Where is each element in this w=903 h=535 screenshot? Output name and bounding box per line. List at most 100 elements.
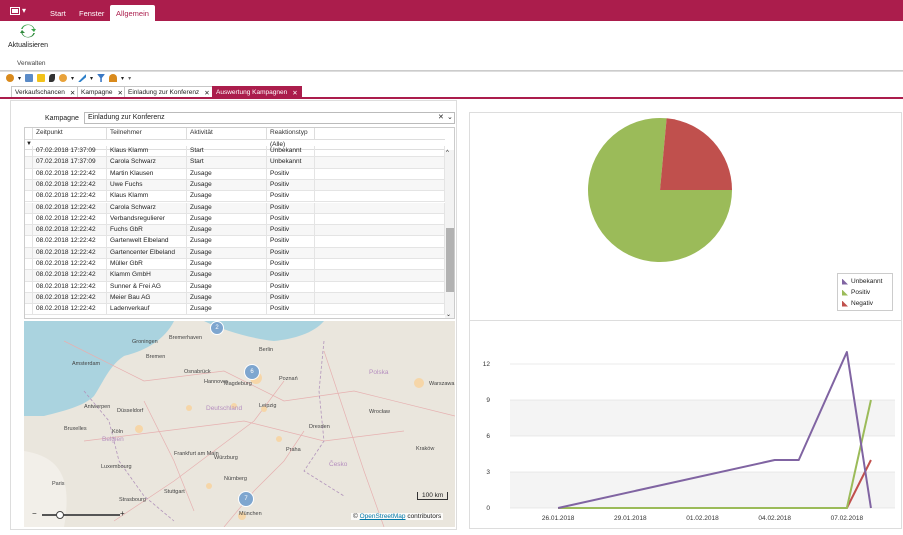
table-cell: Positiv [267,259,315,270]
row-indicator [25,179,33,191]
table-row[interactable]: 08.02.2018 12:22:42 Müller GbR Zusage Posit… [25,259,445,271]
table-cell: Zusage [187,213,267,225]
user-icon[interactable] [109,74,118,82]
app-menu-button[interactable]: ▾ [10,4,34,17]
overflow-icon[interactable]: ▾ [128,75,131,82]
map-attribution: © OpenStreetMap contributors [351,513,444,520]
table-cell: Ladenverkauf [107,304,187,315]
zoom-in-icon[interactable]: + [120,509,125,518]
table-row[interactable]: 08.02.2018 12:22:42 Klaus Klamm Zusage Posi… [25,191,445,203]
col-header-teilnehmer[interactable]: Teilnehmer [107,128,187,139]
chevron-down-icon[interactable]: ⌄ [446,311,451,318]
contact-icon[interactable] [59,74,68,82]
map-city-label: Düsseldorf [117,408,144,414]
col-header-aktivitaet[interactable]: Aktivität [187,128,267,139]
map-scale: 100 km [417,492,449,500]
note-icon[interactable] [37,74,46,82]
chevron-up-icon[interactable]: ^ [446,150,449,156]
phone-icon[interactable] [49,74,56,82]
x-tick-label: 07.02.2018 [831,515,864,522]
clear-icon[interactable]: ✕ [438,113,446,123]
table-row[interactable]: 08.02.2018 12:22:42 Fuchs GbR Zusage Positi… [25,225,445,237]
gear-icon[interactable] [6,74,14,82]
table-row[interactable]: 08.02.2018 12:22:42 Meier Bau AG Zusage Pos… [25,292,445,305]
col-header-reaktionstyp[interactable]: Reaktionstyp [267,128,315,139]
table-cell: Zusage [187,191,267,202]
row-indicator [25,270,33,281]
table-row[interactable]: 08.02.2018 12:22:42 Gartencenter Elbeland… [25,247,445,259]
map-cluster-marker[interactable]: 7 [238,491,254,507]
osm-link[interactable]: OpenStreetMap [360,513,406,520]
table-cell: Gartencenter Elbeland [107,247,187,258]
zoom-out-icon[interactable]: − [32,509,37,518]
row-filler [315,225,445,236]
menu-tab-start[interactable]: Start [44,5,72,21]
tab-strip-line [0,97,903,99]
map-city-label: Strasbourg [119,497,146,503]
table-cell: Unbekannt [267,157,315,168]
table-cell: Unbekannt [267,146,315,157]
y-tick-label: 0 [486,505,490,512]
table-row[interactable]: 08.02.2018 12:22:42 Klamm GmbH Zusage Posit… [25,270,445,282]
table-cell: Zusage [187,259,267,270]
zoom-slider[interactable]: − + [32,509,128,520]
map-cluster-marker[interactable]: 2 [210,321,224,335]
x-tick-label: 26.01.2018 [542,515,575,522]
zoom-handle[interactable] [56,511,64,519]
table-cell: Positiv [267,191,315,202]
chevron-down-icon[interactable]: ▾ [90,75,93,82]
table-cell: Positiv [267,247,315,258]
row-filler [315,236,445,247]
pie-slice-negativ [660,118,732,190]
table-row[interactable]: 08.02.2018 12:22:42 Carola Schwarz Zusage P… [25,202,445,214]
chevron-down-icon[interactable]: ▾ [71,75,74,82]
table-row[interactable]: 07.02.2018 17:37:09 Klaus Klamm Start Unbek… [25,146,445,158]
map-city-label: Deutschland [206,405,243,412]
pen-icon[interactable] [78,74,87,82]
grid-scrollbar[interactable]: ^ ⌄ [445,150,454,318]
legend-marker [842,289,848,296]
table-cell: 08.02.2018 12:22:42 [33,281,107,292]
refresh-button[interactable]: Aktualisieren [7,23,49,55]
table-row[interactable]: 08.02.2018 12:22:42 Gartenwelt Elbeland Zu… [25,236,445,248]
table-cell: Zusage [187,247,267,258]
map-view[interactable]: Groningen Bremerhaven Bremen Berlin Hannover… [24,321,455,527]
scrollbar-thumb[interactable] [446,228,454,292]
table-row[interactable]: 08.02.2018 12:22:42 Sunner & Frei AG Zusag… [25,281,445,293]
map-city-label: Paris [52,481,65,487]
chevron-down-icon[interactable]: ⌄ [447,113,455,123]
quick-toolbar: ▾ ▾ ▾ ▾ ▾ [6,72,131,84]
map-city-label: Wrocław [369,409,390,415]
table-row[interactable]: 08.02.2018 12:22:42 Ladenverkauf Zusage Pos… [25,304,445,316]
cluster-count: 6 [250,369,254,375]
table-cell: Müller GbR [107,259,187,270]
map-city-label: Nürnberg [224,476,247,482]
grid-band [510,400,895,436]
table-row[interactable]: 08.02.2018 12:22:42 Uwe Fuchs Zusage Positi… [25,179,445,192]
map-city-label: Frankfurt am Main [174,451,219,457]
row-filler [315,168,445,179]
table-cell: Positiv [267,281,315,292]
filter-icon[interactable] [97,74,106,82]
table-cell: 07.02.2018 17:37:09 [33,157,107,168]
map-cluster-marker[interactable]: 6 [244,364,260,380]
legend-label: Positiv [851,289,871,296]
kampagne-select[interactable]: Einladung zur Konferenz [84,112,455,124]
menu-tab-fenster[interactable]: Fenster [73,5,110,21]
table-cell: Positiv [267,179,315,191]
chart-divider [470,320,902,321]
table-row[interactable]: 07.02.2018 17:37:09 Carola Schwarz Start Un… [25,157,445,169]
table-row[interactable]: 08.02.2018 12:22:42 Verbandsregulierer Zus… [25,213,445,226]
row-filler [315,179,445,191]
table-row[interactable]: 08.02.2018 12:22:42 Martin Klausen Zusage P… [25,168,445,180]
col-header-zeitpunkt[interactable]: Zeitpunkt [33,128,107,139]
table-cell: Klaus Klamm [107,146,187,157]
map-city-label: Belgien [102,436,124,443]
chevron-down-icon[interactable]: ▾ [121,75,124,82]
map-city-label: Warszawa [429,381,455,387]
activity-grid: Zeitpunkt Teilnehmer Aktivität Reaktions… [24,127,455,319]
chevron-down-icon[interactable]: ▾ [18,75,21,82]
row-indicator [25,225,33,236]
calendar-icon[interactable] [25,74,34,82]
menu-tab-allgemein[interactable]: Allgemein [110,5,155,21]
